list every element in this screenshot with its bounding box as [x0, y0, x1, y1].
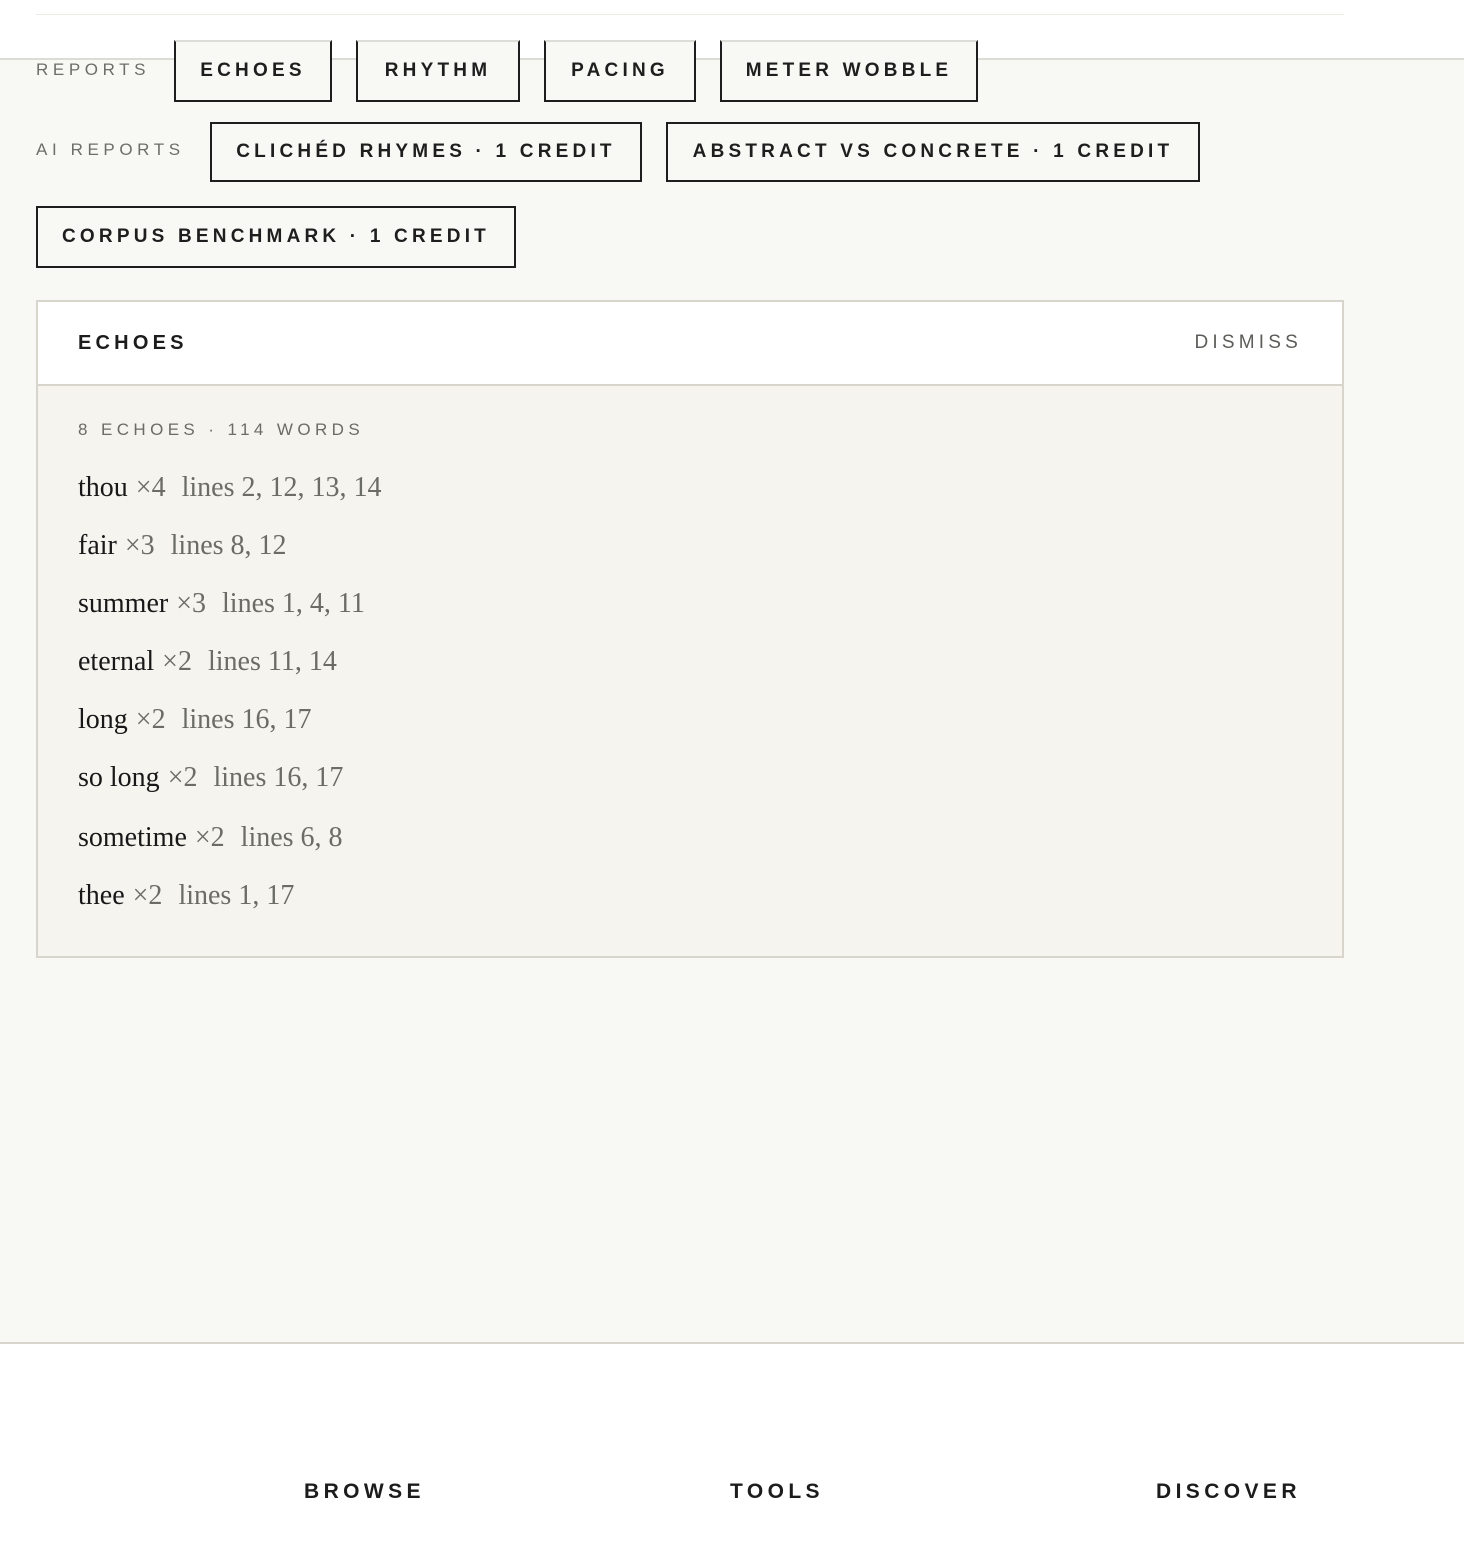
- footer-link-discover[interactable]: DISCOVER: [1156, 1480, 1301, 1504]
- echo-word: thee: [78, 880, 125, 911]
- echo-item: long ×2 lines 16, 17: [78, 706, 311, 734]
- reports-label: REPORTS: [36, 60, 151, 79]
- rhythm-report-button[interactable]: RHYTHM: [356, 40, 520, 102]
- cliched-rhymes-report-button[interactable]: CLICHÉD RHYMES · 1 CREDIT: [210, 122, 642, 182]
- echo-count: ×3: [176, 588, 207, 619]
- echo-summary: 8 ECHOES · 114 WORDS: [78, 420, 365, 439]
- footer-link-browse[interactable]: BROWSE: [304, 1480, 425, 1504]
- echo-item: so long ×2 lines 16, 17: [78, 764, 343, 792]
- echo-lines: lines 6, 8: [240, 822, 343, 853]
- echo-word: eternal: [78, 646, 155, 677]
- echo-item: eternal ×2 lines 11, 14: [78, 648, 337, 676]
- echo-count: ×2: [194, 822, 225, 853]
- panel-header: ECHOES DISMISS: [38, 302, 1342, 386]
- echo-item: sometime ×2 lines 6, 8: [78, 824, 343, 852]
- meter-wobble-report-button[interactable]: METER WOBBLE: [720, 40, 978, 102]
- panel-title: ECHOES: [78, 332, 188, 354]
- echo-word: thou: [78, 472, 128, 503]
- echoes-report-panel: ECHOES DISMISS 8 ECHOES · 114 WORDS thou…: [36, 300, 1344, 958]
- echo-word: long: [78, 704, 128, 735]
- echo-item: thee ×2 lines 1, 17: [78, 882, 294, 910]
- echo-lines: lines 1, 4, 11: [222, 588, 365, 619]
- echo-count: ×2: [132, 880, 163, 911]
- echo-lines: lines 16, 17: [213, 762, 344, 793]
- echo-count: ×2: [167, 762, 198, 793]
- corpus-benchmark-report-button[interactable]: CORPUS BENCHMARK · 1 CREDIT: [36, 206, 516, 268]
- echo-count: ×3: [124, 530, 155, 561]
- echo-lines: lines 8, 12: [170, 530, 287, 561]
- abstract-vs-concrete-report-button[interactable]: ABSTRACT VS CONCRETE · 1 CREDIT: [666, 122, 1200, 182]
- pacing-report-button[interactable]: PACING: [544, 40, 696, 102]
- echo-lines: lines 2, 12, 13, 14: [181, 472, 382, 503]
- echoes-report-button[interactable]: ECHOES: [174, 40, 332, 102]
- echo-count: ×2: [162, 646, 192, 677]
- echo-word: so long: [78, 762, 160, 793]
- echo-lines: lines 1, 17: [178, 880, 295, 911]
- echo-count: ×2: [135, 704, 166, 735]
- echo-item: thou ×4 lines 2, 12, 13, 14: [78, 474, 381, 502]
- top-divider: [36, 14, 1344, 15]
- echo-count: ×4: [135, 472, 166, 503]
- site-footer: BROWSE TOOLS DISCOVER: [0, 1342, 1464, 1546]
- echo-item: summer ×3 lines 1, 4, 11: [78, 590, 365, 618]
- echo-word: sometime: [78, 822, 187, 853]
- echo-word: fair: [78, 530, 117, 561]
- echo-lines: lines 11, 14: [207, 646, 337, 677]
- echo-lines: lines 16, 17: [181, 704, 312, 735]
- echo-word: summer: [78, 588, 169, 619]
- dismiss-button[interactable]: DISMISS: [1194, 332, 1302, 354]
- ai-reports-label: AI REPORTS: [36, 140, 185, 159]
- footer-link-tools[interactable]: TOOLS: [730, 1480, 824, 1504]
- echo-item: fair ×3 lines 8, 12: [78, 532, 287, 560]
